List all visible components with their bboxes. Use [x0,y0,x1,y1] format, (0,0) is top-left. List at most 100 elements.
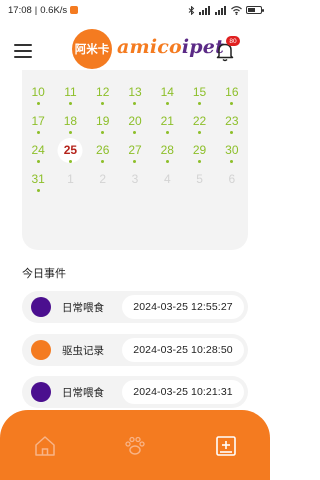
calendar-event-dot [68,160,72,163]
calendar-day-number: 25 [63,143,78,157]
calendar-event-dot [230,102,234,105]
event-row[interactable]: 驱虫记录 2024-03-25 10:28:50 [22,334,248,366]
calendar-day[interactable]: 28 [151,138,183,167]
calendar-day-number: 22 [192,114,207,128]
paw-icon[interactable] [123,434,147,458]
calendar-event-dot [101,160,105,163]
calendar-day[interactable]: 19 [87,109,119,138]
calendar-day-number: 17 [31,114,45,128]
calendar-day[interactable]: 18 [54,109,86,138]
calendar-day[interactable]: 16 [216,80,248,109]
calendar-event-dot [36,160,40,163]
calendar-event-dot [133,102,137,105]
event-label: 日常喂食 [62,387,104,399]
events-title: 今日事件 [22,268,66,280]
calendar-day[interactable]: 10 [22,80,54,109]
calendar-day-number: 31 [31,172,45,186]
event-color-dot [31,382,51,402]
calendar-day[interactable]: 6 [216,167,248,196]
calendar-event-dot [133,131,137,134]
calendar-event-dot [36,189,40,192]
event-time: 2024-03-25 10:21:31 [122,380,244,404]
calendar-event-dot [230,131,234,134]
add-record-icon[interactable] [214,434,238,458]
calendar-event-dot [198,102,202,105]
calendar-day[interactable]: 24 [22,138,54,167]
calendar-day-number: 3 [131,172,139,186]
status-separator: | [34,4,38,16]
calendar-day[interactable]: 11 [54,80,86,109]
calendar-event-dot [68,131,72,134]
home-icon[interactable] [33,434,57,458]
calendar-day-number: 12 [96,85,110,99]
calendar-day-number: 13 [128,85,142,99]
battery-icon [246,6,264,14]
calendar-day[interactable]: 15 [183,80,215,109]
event-time: 2024-03-25 12:55:27 [122,295,244,319]
calendar-day-number: 19 [96,114,110,128]
calendar-day-number: 2 [99,172,107,186]
calendar-day-number: 14 [160,85,174,99]
event-time: 2024-03-25 10:28:50 [122,338,244,362]
event-color-dot [31,297,51,317]
calendar-day-number: 16 [225,85,239,99]
calendar-day[interactable]: 3 [119,167,151,196]
calendar-day[interactable]: 14 [151,80,183,109]
calendar-day-number: 11 [64,85,77,99]
calendar-event-dot [230,160,234,163]
calendar-day[interactable]: 30 [216,138,248,167]
calendar-event-dot [198,160,202,163]
calendar-day[interactable]: 29 [183,138,215,167]
calendar-event-dot [165,131,169,134]
calendar-day[interactable]: 4 [151,167,183,196]
calendar-event-dot [36,102,40,105]
app-notification-icon [70,6,79,14]
calendar-day-number: 1 [67,172,74,186]
calendar-day-number: 15 [192,85,207,99]
calendar-event-dot [198,131,202,134]
calendar-day-number: 6 [228,172,236,186]
calendar-day[interactable]: 1 [54,167,86,196]
status-right [188,5,264,15]
status-left: 17:08 | 0.6K/s [8,4,79,16]
calendar-day[interactable]: 22 [183,109,215,138]
bluetooth-icon [188,5,195,15]
calendar-grid: 10 11 12 13 14 15 16 17 18 19 20 21 22 23 24 25 26 27 28 29… [22,80,248,196]
calendar-day[interactable]: 21 [151,109,183,138]
status-bar: 17:08 | 0.6K/s [0,0,270,20]
calendar-day[interactable]: 31 [22,167,54,196]
signal-2-icon [215,5,226,15]
calendar-day[interactable]: 12 [87,80,119,109]
signal-icon [199,5,210,15]
event-row[interactable]: 日常喂食 2024-03-25 12:55:27 [22,291,248,323]
menu-icon [14,44,32,46]
calendar-day[interactable]: 13 [119,80,151,109]
calendar-day-number: 30 [225,143,239,157]
calendar-day[interactable]: 20 [119,109,151,138]
calendar-event-dot [165,102,169,105]
event-color-dot [31,340,51,360]
logo: 阿米卡 [72,29,112,69]
calendar-event-dot [36,131,40,134]
calendar-day-number: 23 [225,114,239,128]
calendar-day[interactable]: 5 [183,167,215,196]
calendar-day[interactable]: 26 [87,138,119,167]
event-label: 驱虫记录 [62,345,104,357]
menu-button[interactable] [14,44,32,58]
calendar-day[interactable]: 27 [119,138,151,167]
status-time: 17:08 [8,4,32,16]
calendar: 10 11 12 13 14 15 16 17 18 19 20 21 22 23 24 25 26 27 28 29… [22,70,248,250]
wifi-icon [231,5,242,15]
calendar-event-dot [68,102,72,105]
calendar-day-number: 27 [128,143,142,157]
event-row[interactable]: 日常喂食 2024-03-25 10:21:31 [22,376,248,408]
calendar-day-number: 18 [63,114,78,128]
calendar-day[interactable]: 23 [216,109,248,138]
calendar-day-number: 28 [160,143,174,157]
calendar-day[interactable]: 17 [22,109,54,138]
brand-name: amicoipet [117,36,224,58]
calendar-day[interactable]: 2 [87,167,119,196]
calendar-day-today[interactable]: 25 [54,138,86,167]
calendar-event-dot [165,160,169,163]
calendar-day-number: 4 [163,172,171,186]
